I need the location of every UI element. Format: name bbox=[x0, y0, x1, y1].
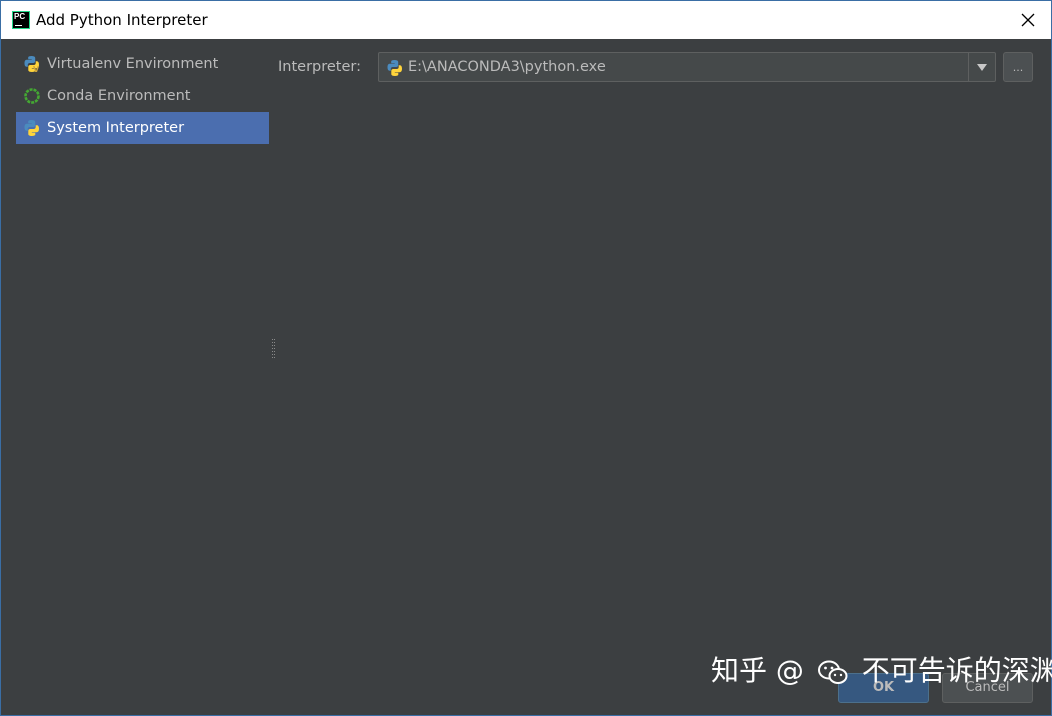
dialog-window: PC Add Python Interpreter V Virtualenv E… bbox=[0, 0, 1052, 716]
interpreter-select[interactable]: E:\ANACONDA3\python.exe bbox=[378, 52, 996, 82]
title-bar[interactable]: PC Add Python Interpreter bbox=[1, 1, 1051, 39]
wechat-icon bbox=[817, 658, 849, 686]
app-icon-text: PC bbox=[14, 12, 26, 21]
browse-interpreter-button[interactable]: ... bbox=[1003, 52, 1033, 82]
environment-type-list: V Virtualenv Environment Conda Environme… bbox=[16, 48, 269, 144]
dialog-content: V Virtualenv Environment Conda Environme… bbox=[1, 39, 1052, 715]
env-item-label: System Interpreter bbox=[47, 120, 185, 136]
window-title: Add Python Interpreter bbox=[36, 11, 208, 29]
env-item-conda[interactable]: Conda Environment bbox=[16, 80, 269, 112]
virtualenv-python-icon: V bbox=[23, 55, 41, 74]
env-item-label: Virtualenv Environment bbox=[47, 56, 219, 72]
env-item-system-interpreter[interactable]: System Interpreter bbox=[16, 112, 269, 144]
watermark-suffix: 不可告诉的深渊 bbox=[861, 654, 1052, 687]
interpreter-label: Interpreter: bbox=[278, 59, 361, 75]
watermark: 知乎 @ 不可告诉的深渊 bbox=[711, 651, 1052, 691]
python-icon bbox=[23, 119, 41, 137]
env-item-label: Conda Environment bbox=[47, 88, 191, 104]
close-icon bbox=[1021, 13, 1035, 27]
conda-ring-icon bbox=[23, 87, 41, 105]
splitter-handle[interactable] bbox=[272, 339, 276, 359]
svg-text:V: V bbox=[33, 65, 40, 73]
python-icon bbox=[386, 59, 404, 77]
watermark-prefix: 知乎 @ bbox=[711, 654, 804, 687]
pycharm-app-icon: PC bbox=[12, 11, 30, 29]
close-button[interactable] bbox=[1013, 5, 1043, 35]
env-item-virtualenv[interactable]: V Virtualenv Environment bbox=[16, 48, 269, 80]
interpreter-path-value: E:\ANACONDA3\python.exe bbox=[408, 59, 606, 75]
dropdown-arrow-icon[interactable] bbox=[977, 64, 987, 71]
